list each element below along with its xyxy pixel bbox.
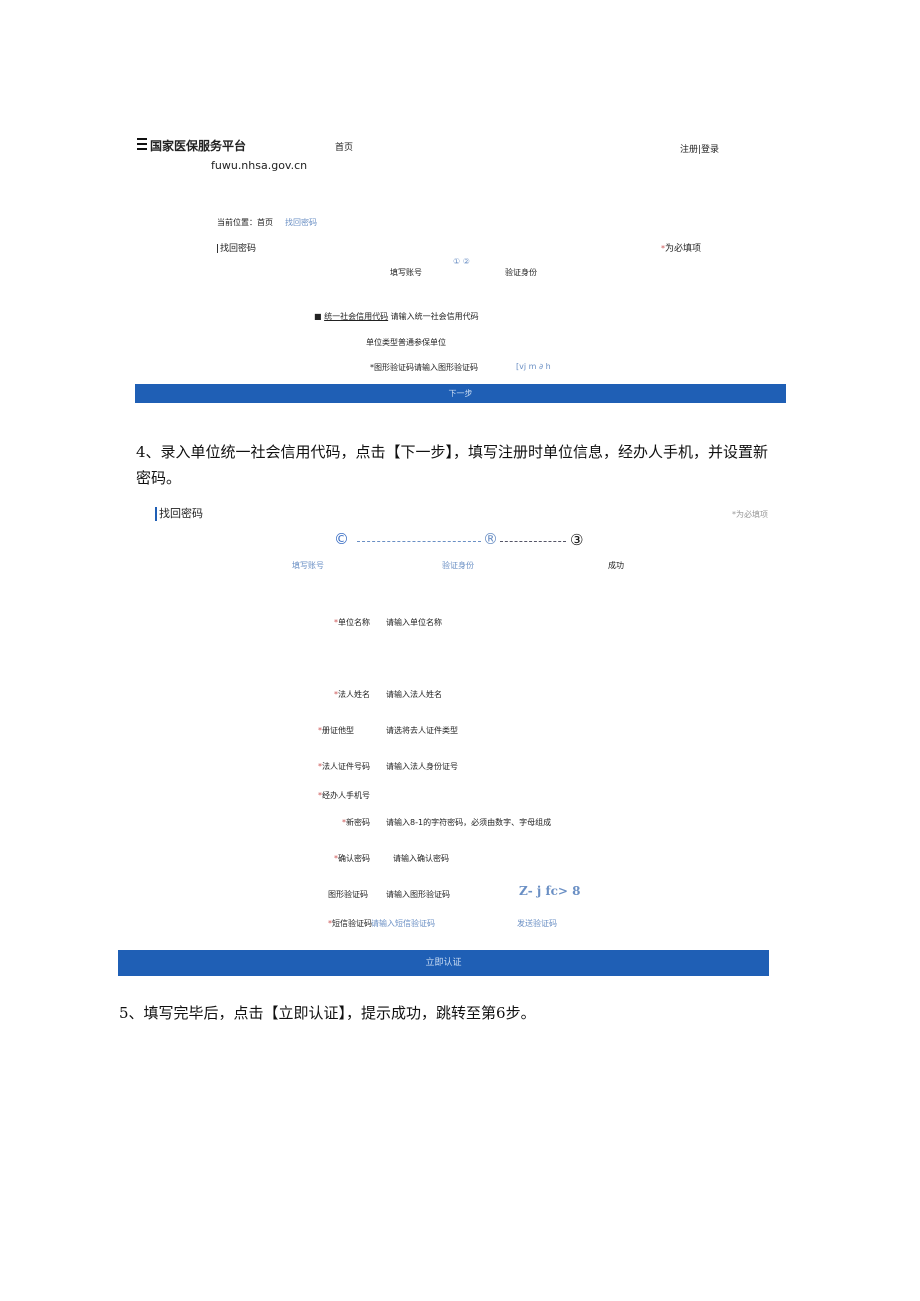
menu-icon[interactable] [137,138,147,150]
send-code-button[interactable]: 发送验证码 [517,918,557,929]
bullet-icon: ■ [314,312,325,321]
id-type-select[interactable]: 请选将去人证件类型 [386,725,458,736]
form1-steps-icons: ① ② [453,257,470,266]
captcha-input[interactable]: 请输入图形验证码 [414,362,478,373]
nav-home-link[interactable]: 首页 [335,140,353,153]
breadcrumb-prefix: 当前位置：首页 [217,218,273,227]
step-icon-1: © [334,530,349,548]
form2-step1-label: 填写账号 [292,561,324,570]
step-connector-1 [357,541,481,542]
register-login-link[interactable]: 注册|登录 [680,142,719,155]
credit-code-row: ■ 统一社会信用代码 请输入统一社会信用代码 [314,311,479,322]
site-domain: fuwu.nhsa.gov.cn [211,159,308,172]
captcha2-label: 图形验证码 [328,890,368,899]
id-type-label: *册证他型 [318,726,354,735]
new-password-label: *新密码 [342,818,370,827]
captcha2-image[interactable]: Z- j fc> 8 [519,884,581,898]
confirm-password-input[interactable]: 请输入确认密码 [393,853,449,864]
form1-section-title: 找回密码 [217,241,256,254]
site-logo-text: 国家医保服务平台 [150,139,247,153]
captcha-label: *图形验证码 [370,363,414,372]
agent-phone-input[interactable] [386,790,586,800]
form2-required-note: *为必填项 [732,510,768,519]
sms-code-label: *短信验证码 [328,919,372,928]
credit-code-label: 统一社会信用代码 [324,312,389,321]
legal-id-number-label: *法人证件号码 [318,762,370,771]
unit-name-input[interactable]: 请输入单位名称 [386,617,442,628]
form1-required-note: *为必填项 [661,244,702,254]
form2-step3-label: 成功 [608,561,624,570]
captcha-image[interactable]: [vj m ∂ h [516,362,551,371]
confirm-password-label: *确认密码 [334,854,370,863]
unit-type-row: 单位类型普通参保单位 [366,337,446,348]
unit-type-select[interactable]: 普通参保单位 [398,338,446,347]
sms-code-input[interactable]: 请输入短信验证码 [371,918,435,929]
captcha2-input[interactable]: 请输入图形验证码 [386,889,450,900]
unit-name-label: *单位名称 [334,618,370,627]
verify-now-button[interactable]: 立即认证 [118,950,769,976]
next-step-button[interactable]: 下一步 [135,384,786,403]
form2-section-title: 找回密码 [155,505,203,521]
legal-id-number-input[interactable]: 请输入法人身份证号 [386,761,458,772]
new-password-input[interactable]: 请输入8-1的字符密码，必须由数字、字母组成 [386,817,551,828]
credit-code-input[interactable]: 请输入统一社会信用代码 [391,312,479,321]
instruction-step-5: 5、填写完毕后，点击【立即认证】，提示成功，跳转至第6步。 [119,1004,536,1022]
breadcrumb-current[interactable]: 找回密码 [285,217,317,228]
step-connector-2 [500,541,566,542]
unit-type-label: 单位类型 [366,338,398,347]
legal-person-name-input[interactable]: 请输入法人姓名 [386,689,442,700]
form2-step2-label: 验证身份 [442,561,474,570]
form1-step2-label: 验证身份 [505,268,537,277]
legal-person-name-label: *法人姓名 [334,690,370,699]
instruction-step-4: 4、录入单位统一社会信用代码，点击【下一步】，填写注册时单位信息，经办人手机，并… [136,443,769,487]
step-icon-2: ® [483,530,498,548]
agent-phone-label: *经办人手机号 [318,791,370,800]
form1-step1-label: 填写账号 [390,268,422,277]
step-icon-3: ③ [570,531,584,549]
